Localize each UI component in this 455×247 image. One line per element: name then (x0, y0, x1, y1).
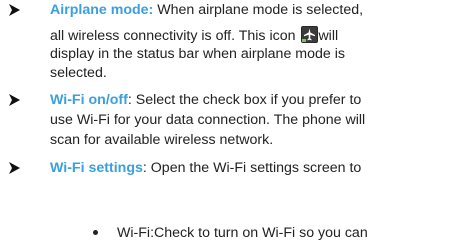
arrow-bullet-icon (9, 4, 20, 16)
term-airplane-mode: Airplane mode: (50, 2, 154, 18)
item-airplane-line4: selected. (50, 65, 107, 81)
sub-bullet-wifi: Wi-Fi:Check to turn on Wi-Fi so you can (117, 225, 368, 241)
item-wifi-onoff-line1: Wi-Fi on/off: Select the check box if yo… (50, 92, 362, 108)
sub-bullet-dot (93, 230, 98, 235)
arrow-bullet-icon (9, 94, 20, 106)
term-wifi-settings: Wi-Fi settings (50, 160, 143, 176)
item-airplane-line1: Airplane mode: When airplane mode is sel… (50, 2, 364, 18)
item-airplane-line3: display in the status bar when airplane … (50, 46, 345, 62)
term-wifi-onoff: Wi-Fi on/off (50, 92, 128, 108)
item-wifi-settings-line1: Wi-Fi settings: Open the Wi-Fi settings … (50, 160, 362, 176)
item-wifi-onoff-line3: scan for available wireless network. (50, 132, 274, 148)
arrow-bullet-icon (9, 162, 20, 174)
airplane-mode-icon (301, 26, 319, 43)
item-wifi-onoff-line2: use Wi-Fi for your data connection. The … (50, 112, 366, 128)
item-airplane-line2: all wireless connectivity is off. This i… (50, 26, 339, 44)
